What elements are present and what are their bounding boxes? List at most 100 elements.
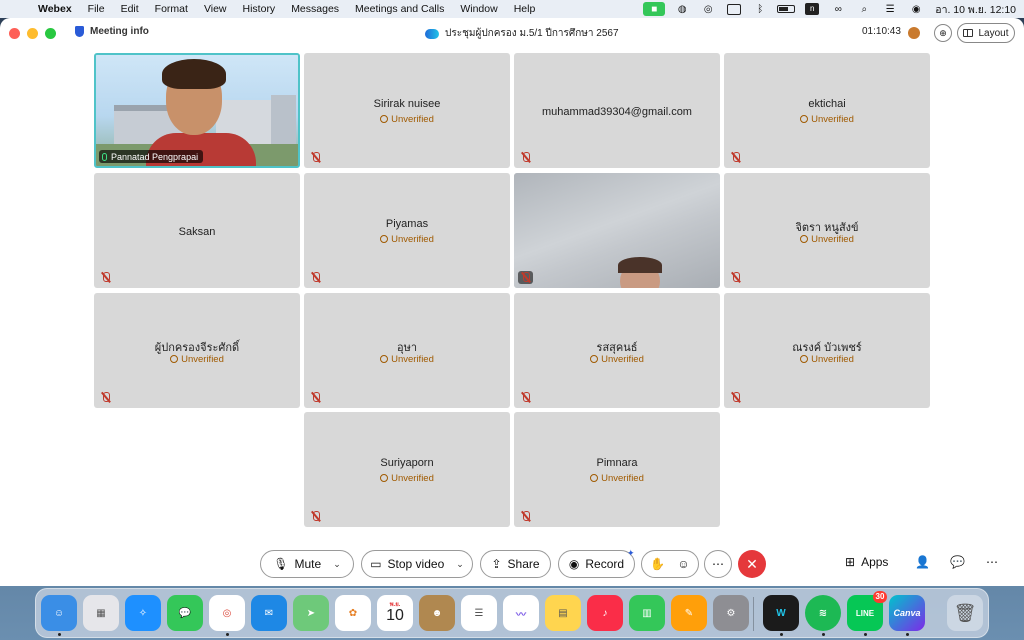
menu-window[interactable]: Window: [452, 3, 505, 15]
webex-icon[interactable]: W: [763, 595, 799, 631]
notification-badge: 30: [873, 591, 887, 603]
mail-icon[interactable]: ✉: [251, 595, 287, 631]
video-camera-icon[interactable]: ■: [643, 2, 666, 16]
microphone-muted-icon: [730, 152, 741, 163]
contacts-icon[interactable]: ☻: [419, 595, 455, 631]
fullscreen-window-button[interactable]: [45, 28, 56, 39]
canva-icon[interactable]: Canva: [889, 595, 925, 631]
unverified-badge: Unverified: [304, 473, 510, 484]
dock-separator: [753, 597, 754, 631]
minimize-window-button[interactable]: [27, 28, 38, 39]
participant-tile[interactable]: ektichai Unverified: [724, 53, 930, 168]
notes-icon[interactable]: ▤: [545, 595, 581, 631]
chevron-down-icon[interactable]: ⌄: [456, 559, 464, 570]
participant-name: Sirirak nuisee: [373, 98, 441, 110]
participant-tile[interactable]: จิตรา หนูสังข์ Unverified: [724, 173, 930, 288]
unverified-badge: Unverified: [724, 114, 930, 125]
menu-edit[interactable]: Edit: [113, 3, 147, 15]
control-center-icon[interactable]: ☰: [881, 2, 899, 16]
participant-tile[interactable]: อุษา Unverified: [304, 293, 510, 408]
participant-tile[interactable]: ณรงค์ บัวเพชร์ Unverified: [724, 293, 930, 408]
unverified-icon: [380, 235, 389, 243]
photos-icon[interactable]: ✿: [335, 595, 371, 631]
menu-help[interactable]: Help: [506, 3, 544, 15]
microphone-muted-icon: [310, 272, 321, 283]
participant-tile-video[interactable]: [514, 173, 720, 288]
participant-name-tag: Pannatad Pengprapai: [99, 150, 204, 163]
end-call-button[interactable]: ✕: [738, 550, 766, 578]
record-icon: ◉: [568, 557, 580, 571]
participants-button[interactable]: 👤: [915, 555, 930, 569]
menu-meetings-and-calls[interactable]: Meetings and Calls: [347, 3, 452, 15]
unverified-label: Unverified: [601, 473, 644, 484]
stop-video-button[interactable]: ▭ Stop video ⌄: [361, 550, 473, 578]
menu-view[interactable]: View: [196, 3, 235, 15]
participant-tile[interactable]: Sirirak nuisee Unverified: [304, 53, 510, 168]
spotify-icon[interactable]: ≋: [805, 595, 841, 631]
mute-button[interactable]: 🎙 Mute ⌄: [260, 550, 354, 578]
chevron-down-icon[interactable]: ⌄: [333, 559, 341, 570]
numbers-icon[interactable]: ▥: [629, 595, 665, 631]
menu-format[interactable]: Format: [147, 3, 196, 15]
microphone-muted-icon: [310, 511, 321, 522]
participant-tile-pannatad[interactable]: Pannatad Pengprapai: [94, 53, 300, 168]
link-icon[interactable]: ∞: [829, 2, 847, 16]
trash-icon[interactable]: 🗑: [947, 595, 983, 631]
chrome-icon[interactable]: ◎: [209, 595, 245, 631]
meeting-info-button[interactable]: Meeting info: [75, 26, 149, 37]
calendar-icon[interactable]: พ.ย. 10: [377, 595, 413, 631]
reminders-icon[interactable]: ☰: [461, 595, 497, 631]
cursor-icon[interactable]: [725, 2, 743, 16]
maps-icon[interactable]: ➤: [293, 595, 329, 631]
freeform-icon[interactable]: 〰: [503, 595, 539, 631]
participant-tile[interactable]: muhammad39304@gmail.com: [514, 53, 720, 168]
search-icon[interactable]: ⌕: [855, 2, 873, 16]
participant-tile[interactable]: Saksan: [94, 173, 300, 288]
layout-button[interactable]: Layout: [957, 23, 1015, 43]
menu-messages[interactable]: Messages: [283, 3, 347, 15]
menu-file[interactable]: File: [80, 3, 113, 15]
participant-tile[interactable]: ผู้ปกครองจีระศักดิ์ Unverified: [94, 293, 300, 408]
chat-button[interactable]: 💬: [950, 555, 965, 569]
zoom-button[interactable]: ⊕: [934, 24, 952, 42]
participant-tile[interactable]: Piyamas Unverified: [304, 173, 510, 288]
line-app-icon[interactable]: LINE 30: [847, 591, 887, 631]
siri-icon[interactable]: ◉: [907, 2, 925, 16]
participant-name: ektichai: [808, 98, 846, 110]
shield-icon: [75, 26, 84, 37]
unverified-label: Unverified: [391, 354, 434, 365]
n-icon[interactable]: n: [803, 2, 821, 16]
music-icon[interactable]: ♪: [587, 595, 623, 631]
participant-tile[interactable]: รสสุคนธ์ Unverified: [514, 293, 720, 408]
bluetooth-icon[interactable]: ᛒ: [751, 2, 769, 16]
unverified-badge: Unverified: [514, 354, 720, 365]
menu-history[interactable]: History: [235, 3, 284, 15]
microphone-muted-icon: [310, 392, 321, 403]
unverified-badge: Unverified: [724, 234, 930, 245]
close-window-button[interactable]: [9, 28, 20, 39]
battery-icon[interactable]: [777, 2, 796, 16]
system-settings-icon[interactable]: ⚙: [713, 595, 749, 631]
line-icon[interactable]: ◍: [673, 2, 691, 16]
finder-icon[interactable]: ☺: [41, 595, 77, 631]
calendar-day: 10: [386, 607, 404, 624]
share-button[interactable]: ⇪ Share: [480, 550, 551, 578]
raise-hand-icon[interactable]: ✋: [650, 557, 665, 571]
launchpad-icon[interactable]: ▦: [83, 595, 119, 631]
emoji-reaction-icon[interactable]: ☺: [677, 557, 689, 571]
unverified-badge: Unverified: [304, 354, 510, 365]
menu-clock[interactable]: อา. 10 พ.ย. 12:10: [929, 1, 1024, 18]
record-button[interactable]: ◉ Record: [558, 550, 635, 578]
participant-tile[interactable]: Pimnara Unverified: [514, 412, 720, 527]
messages-icon[interactable]: 💬: [167, 595, 203, 631]
self-avatar[interactable]: [908, 27, 920, 39]
safari-icon[interactable]: ✧: [125, 595, 161, 631]
participant-tile[interactable]: Suriyaporn Unverified: [304, 412, 510, 527]
more-options-button[interactable]: ⋯: [704, 550, 732, 578]
pages-icon[interactable]: ✎: [671, 595, 707, 631]
more-panels-button[interactable]: ⋯: [986, 555, 998, 569]
apps-button[interactable]: ⊞ Apps: [845, 555, 888, 569]
menu-app-name[interactable]: Webex: [30, 3, 80, 15]
unverified-label: Unverified: [601, 354, 644, 365]
airdrop-icon[interactable]: ◎: [699, 2, 717, 16]
